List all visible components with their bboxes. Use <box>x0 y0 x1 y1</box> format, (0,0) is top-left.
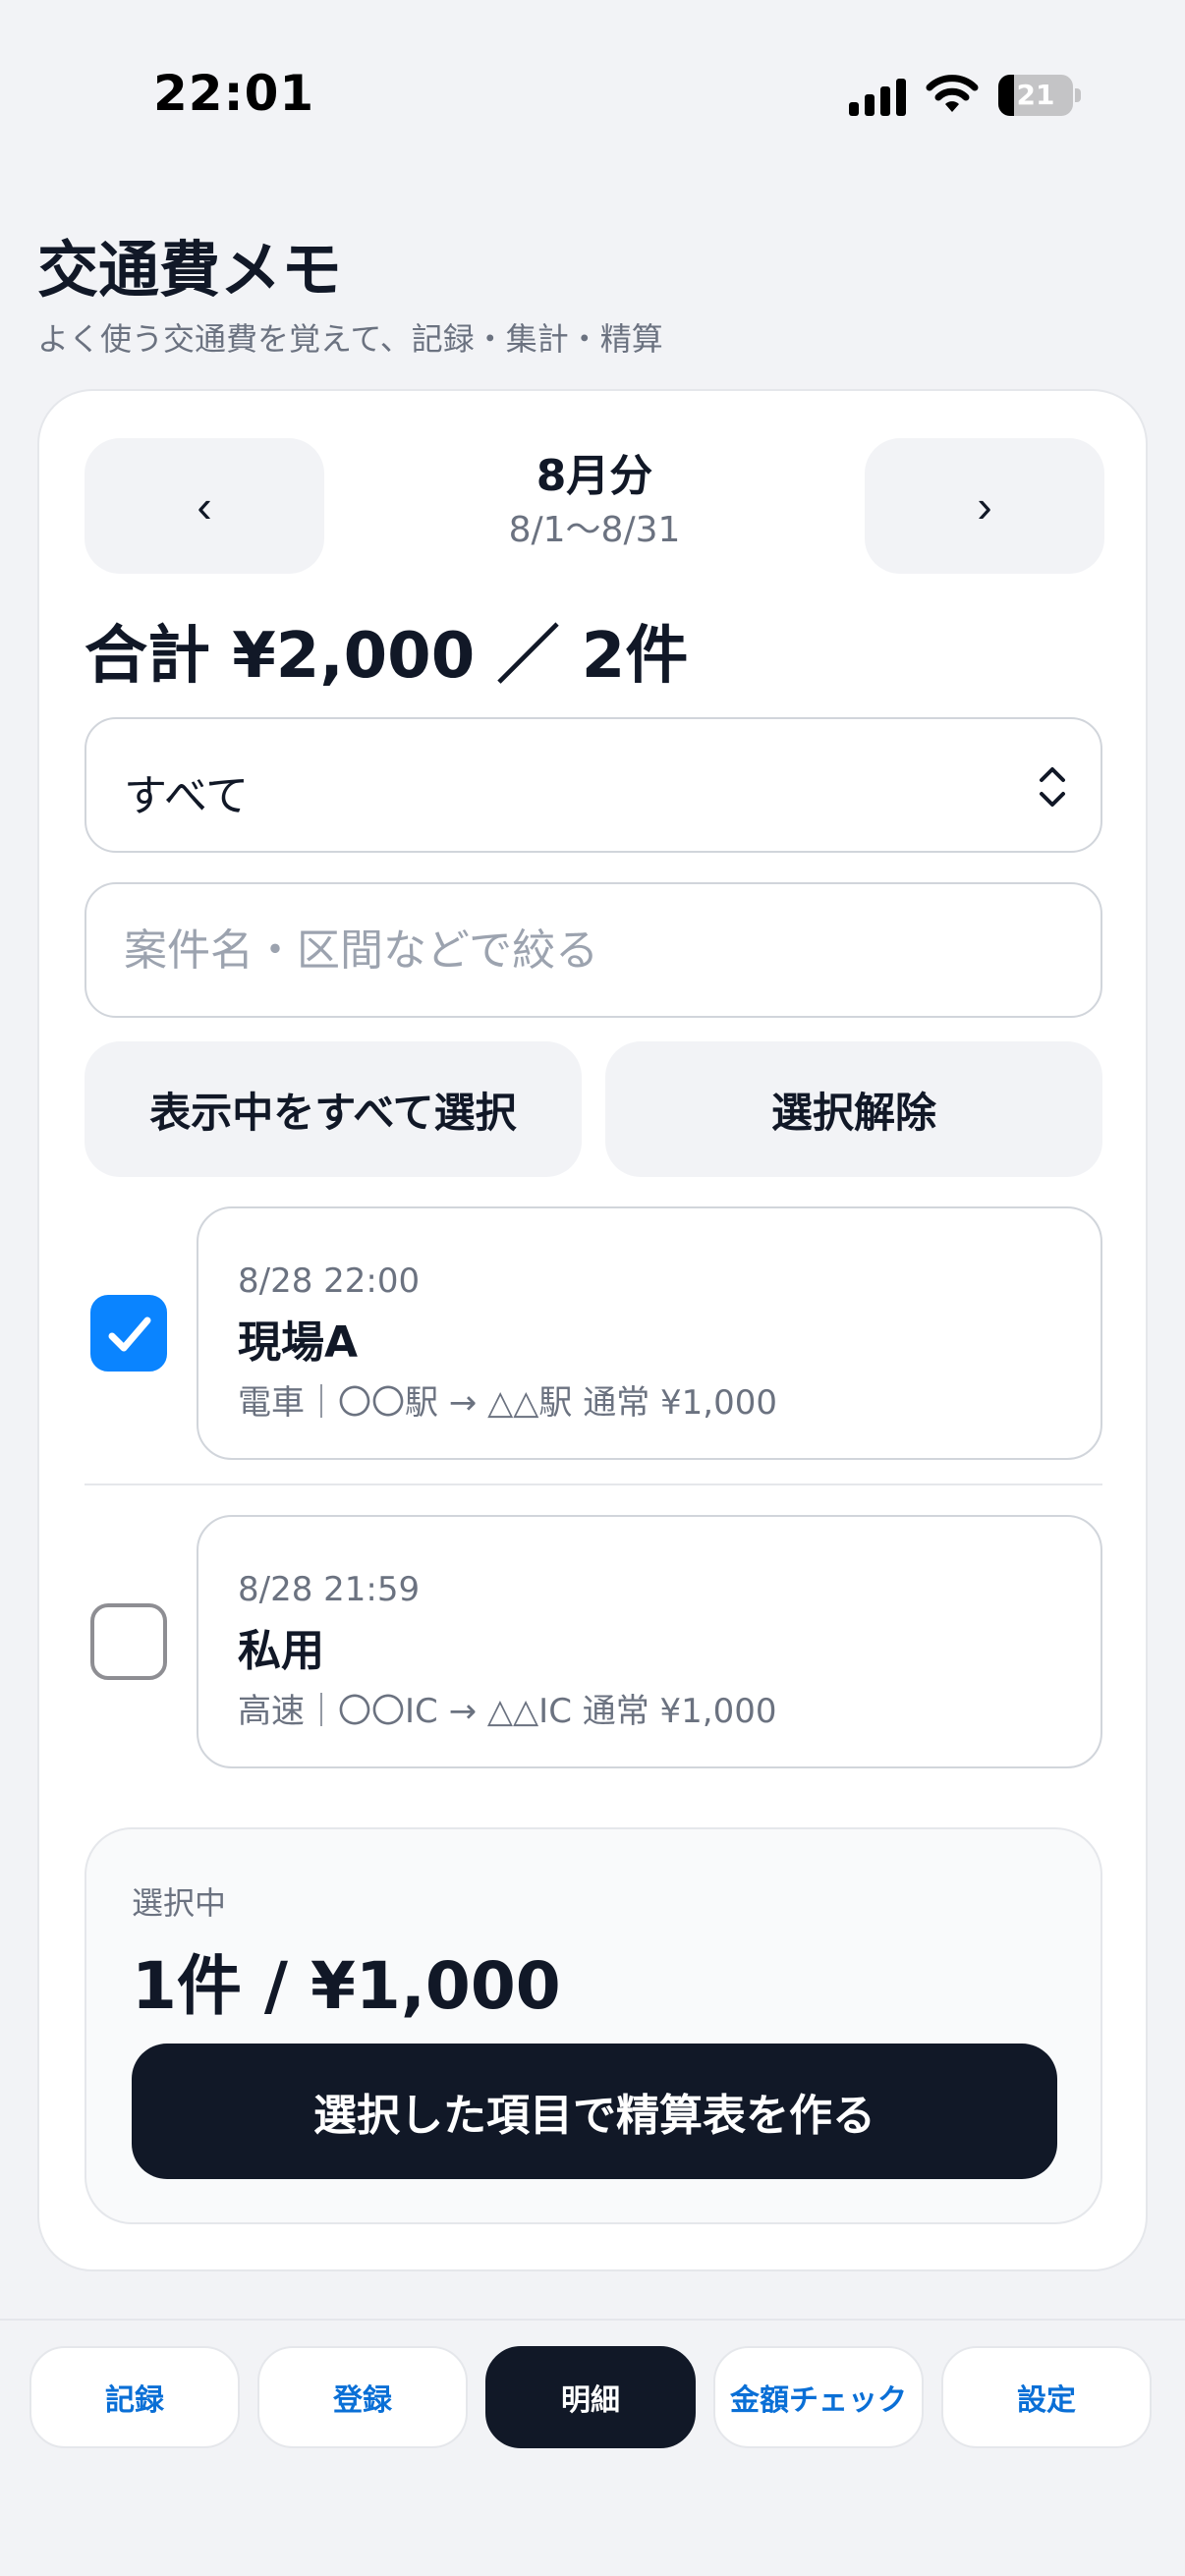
battery-icon: 21 <box>998 75 1081 116</box>
app-screen: 22:01 21 交通費メモ よく使う交通費を覚えて、記録・集計・精算 ‹ 8月… <box>0 0 1185 2576</box>
entry-card[interactable]: 8/28 21:59 私用 高速｜〇〇IC → △△IC 通常 ¥1,000 <box>197 1515 1102 1768</box>
entry-detail: 高速｜〇〇IC → △△IC 通常 ¥1,000 <box>238 1692 777 1731</box>
tab-amount-check[interactable]: 金額チェック <box>713 2346 924 2448</box>
tab-settings[interactable]: 設定 <box>941 2346 1152 2448</box>
bottom-tab-bar: 記録 登録 明細 金額チェック 設定 <box>0 2319 1185 2576</box>
tab-record[interactable]: 記録 <box>29 2346 240 2448</box>
select-all-visible-button[interactable]: 表示中をすべて選択 <box>85 1041 582 1177</box>
status-bar: 22:01 21 <box>0 0 1185 187</box>
status-time: 22:01 <box>153 65 315 122</box>
clear-selection-button[interactable]: 選択解除 <box>605 1041 1102 1177</box>
category-select[interactable]: すべて <box>85 717 1102 853</box>
month-range: 8/1〜8/31 <box>508 510 681 550</box>
list-item: 8/28 21:59 私用 高速｜〇〇IC → △△IC 通常 ¥1,000 <box>85 1515 1102 1768</box>
entry-card[interactable]: 8/28 22:00 現場A 電車｜〇〇駅 → △△駅 通常 ¥1,000 <box>197 1206 1102 1460</box>
month-label: 8月分 <box>536 451 653 501</box>
entry-checkbox[interactable] <box>90 1295 167 1372</box>
selection-value: 1件 / ¥1,000 <box>132 1948 561 2024</box>
category-select-value: すべて <box>124 771 250 821</box>
cellular-signal-icon <box>849 79 906 116</box>
entry-datetime: 8/28 21:59 <box>238 1570 421 1609</box>
details-card: ‹ 8月分 8/1〜8/31 › 合計 ¥2,000 ／ 2件 すべて 表示中を… <box>37 389 1148 2271</box>
selection-label: 選択中 <box>132 1884 227 1922</box>
page-title: 交通費メモ <box>37 234 343 306</box>
search-input[interactable] <box>85 882 1102 1018</box>
divider <box>85 1484 1102 1485</box>
chevron-left-icon: ‹ <box>197 480 212 532</box>
entry-detail: 電車｜〇〇駅 → △△駅 通常 ¥1,000 <box>238 1383 777 1423</box>
entry-title: 現場A <box>238 1317 359 1368</box>
selection-summary: 選択中 1件 / ¥1,000 選択した項目で精算表を作る <box>85 1827 1102 2224</box>
list-item: 8/28 22:00 現場A 電車｜〇〇駅 → △△駅 通常 ¥1,000 <box>85 1206 1102 1460</box>
chevron-right-icon: › <box>977 480 992 532</box>
page-subtitle: よく使う交通費を覚えて、記録・集計・精算 <box>37 320 663 358</box>
create-settlement-button[interactable]: 選択した項目で精算表を作る <box>132 2044 1057 2179</box>
entry-checkbox[interactable] <box>90 1603 167 1680</box>
prev-month-button[interactable]: ‹ <box>85 438 324 574</box>
chevron-up-down-icon <box>1040 767 1065 807</box>
battery-level: 21 <box>1016 79 1055 111</box>
total-summary: 合計 ¥2,000 ／ 2件 <box>85 620 689 693</box>
tab-register[interactable]: 登録 <box>257 2346 468 2448</box>
checkmark-icon <box>108 1316 151 1352</box>
entry-title: 私用 <box>238 1626 324 1676</box>
entry-datetime: 8/28 22:00 <box>238 1261 421 1301</box>
tab-details[interactable]: 明細 <box>485 2346 696 2448</box>
next-month-button[interactable]: › <box>865 438 1104 574</box>
wifi-icon <box>926 75 979 112</box>
